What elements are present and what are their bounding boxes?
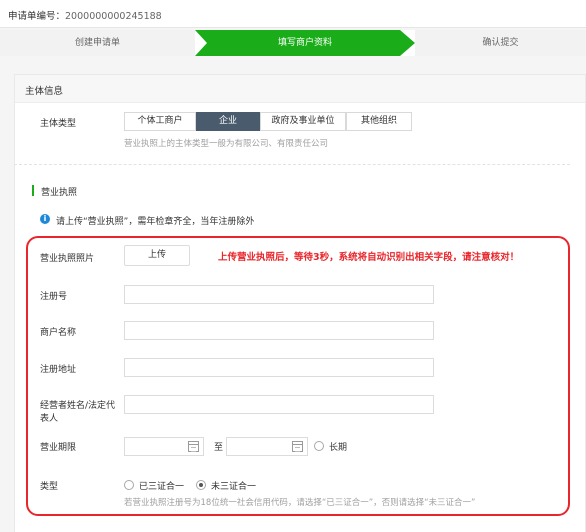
license-title: 营业执照 (41, 188, 78, 198)
info-icon: i (40, 214, 50, 224)
period-end-date[interactable] (226, 437, 308, 456)
kind-three-in-one-radio[interactable] (124, 480, 134, 490)
upload-button[interactable]: 上传 (124, 245, 190, 266)
step-fill-merchant-info[interactable]: 填写商户资料 (195, 30, 415, 56)
reg-address-label: 注册地址 (40, 365, 77, 375)
subject-type-option-enterprise[interactable]: 企业 (196, 112, 260, 131)
step-label: 确认提交 (482, 38, 519, 48)
top-bar: 申请单编号：2000000000245188 (0, 0, 586, 28)
reg-address-input[interactable] (124, 358, 434, 377)
kind-not-three-in-one-radio[interactable] (196, 480, 206, 490)
period-label: 营业期限 (40, 443, 77, 453)
calendar-icon[interactable] (188, 441, 199, 452)
license-kind-label: 类型 (40, 482, 59, 492)
kind-option-label: 未三证合一 (211, 482, 257, 492)
period-to-label: 至 (214, 443, 224, 453)
application-number-value: 2000000000245188 (65, 11, 162, 22)
license-photo-label: 营业执照照片 (40, 254, 95, 264)
reg-no-input[interactable] (124, 285, 434, 304)
license-kind-hint: 若营业执照注册号为18位统一社会信用代码，请选择“已三证合一”，否则请选择“未三… (124, 498, 476, 508)
section-title: 主体信息 (25, 86, 64, 97)
subject-type-hint: 营业执照上的主体类型一般为有限公司、有限责任公司 (124, 139, 329, 149)
subject-section-header: 主体信息 (15, 75, 585, 103)
subject-type-label: 主体类型 (40, 119, 77, 129)
operator-input[interactable] (124, 395, 434, 414)
subject-type-option-other[interactable]: 其他组织 (346, 112, 412, 131)
calendar-icon[interactable] (292, 441, 303, 452)
long-term-label: 长期 (329, 443, 348, 453)
operator-label-line2: 表人 (40, 414, 59, 424)
step-progress: 创建申请单 填写商户资料 确认提交 (0, 30, 586, 56)
step-label: 创建申请单 (74, 38, 120, 48)
merchant-name-input[interactable] (124, 321, 434, 340)
section-divider (14, 164, 570, 165)
license-subsection-title: 营业执照 (32, 185, 77, 198)
subject-type-option-individual[interactable]: 个体工商户 (124, 112, 196, 131)
step-label: 填写商户资料 (277, 38, 332, 48)
long-term-radio[interactable] (314, 441, 324, 451)
reg-no-label: 注册号 (40, 292, 68, 302)
kind-option-label: 已三证合一 (139, 482, 185, 492)
step-create-application[interactable]: 创建申请单 (0, 30, 195, 56)
step-confirm-submit[interactable]: 确认提交 (415, 30, 586, 56)
auto-recognition-note: 上传营业执照后，等待3秒，系统将自动识别出相关字段，请注意核对！ (218, 252, 520, 263)
application-number-label: 申请单编号： (8, 11, 66, 22)
operator-label-line1: 经营者姓名/法定代 (40, 401, 116, 411)
application-number: 申请单编号：2000000000245188 (8, 8, 162, 22)
merchant-name-label: 商户名称 (40, 328, 77, 338)
subject-type-option-government[interactable]: 政府及事业单位 (260, 112, 346, 131)
period-start-date[interactable] (124, 437, 204, 456)
license-notice: 请上传“营业执照”，需年检章齐全，当年注册除外 (56, 217, 255, 227)
